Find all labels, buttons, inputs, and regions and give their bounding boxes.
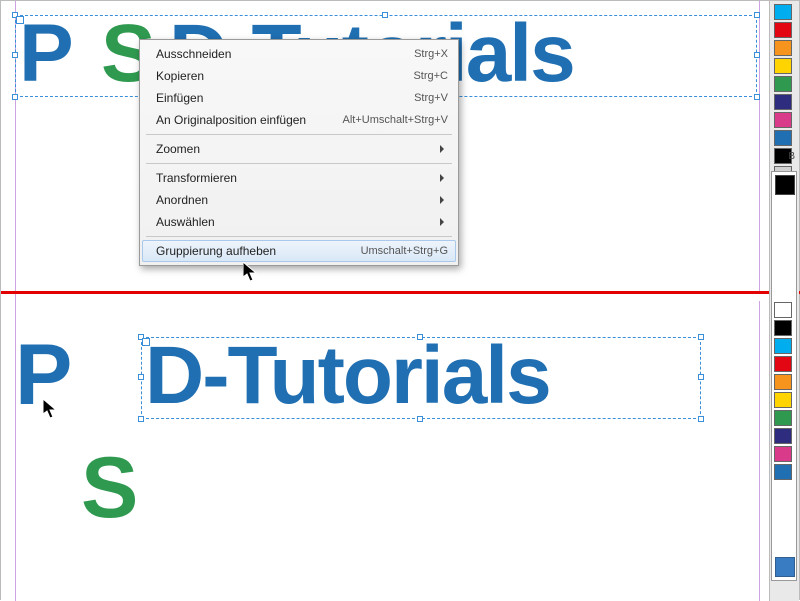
ctx-copy[interactable]: Kopieren Strg+C	[142, 65, 456, 87]
swatch[interactable]	[774, 58, 792, 74]
swatches-panel[interactable]: B	[769, 1, 799, 601]
text-rest-bottom[interactable]: D-Tutorials	[145, 329, 550, 423]
swatch[interactable]	[774, 40, 792, 56]
swatch-group-bottom	[770, 301, 796, 481]
text-p-top[interactable]: P	[19, 7, 72, 101]
ctx-arrange[interactable]: Anordnen	[142, 189, 456, 211]
panel-divider	[1, 291, 800, 294]
swatch[interactable]	[774, 374, 792, 390]
context-menu[interactable]: Ausschneiden Strg+X Kopieren Strg+C Einf…	[139, 39, 459, 266]
ctx-shortcut: Strg+X	[414, 48, 448, 60]
ctx-label: Auswählen	[156, 215, 448, 229]
ctx-transform[interactable]: Transformieren	[142, 167, 456, 189]
swatch[interactable]	[774, 464, 792, 480]
ctx-ungroup[interactable]: Gruppierung aufheben Umschalt+Strg+G	[142, 240, 456, 262]
ctx-shortcut: Alt+Umschalt+Strg+V	[343, 114, 448, 126]
swatch[interactable]	[774, 302, 792, 318]
swatch[interactable]	[774, 338, 792, 354]
ctx-label: Ausschneiden	[156, 47, 414, 61]
ctx-label: Anordnen	[156, 193, 448, 207]
page-guide	[759, 301, 760, 601]
swatch[interactable]	[774, 4, 792, 20]
ctx-shortcut: Umschalt+Strg+G	[361, 245, 448, 257]
ctx-paste-in-place[interactable]: An Originalposition einfügen Alt+Umschal…	[142, 109, 456, 131]
swatch[interactable]	[774, 320, 792, 336]
swatch[interactable]	[774, 22, 792, 38]
swatch[interactable]	[774, 392, 792, 408]
ctx-label: Transformieren	[156, 171, 448, 185]
ctx-shortcut: Strg+V	[414, 92, 448, 104]
ctx-separator	[146, 236, 452, 237]
sidebar-label: B	[788, 151, 795, 162]
ctx-shortcut: Strg+C	[413, 70, 448, 82]
swatch[interactable]	[774, 94, 792, 110]
swatch[interactable]	[774, 410, 792, 426]
text-p-bottom[interactable]: P	[15, 326, 70, 425]
page-guide	[759, 1, 760, 291]
ctx-label: Zoomen	[156, 142, 448, 156]
swatch[interactable]	[774, 112, 792, 128]
swatch[interactable]	[774, 446, 792, 462]
ctx-zoom[interactable]: Zoomen	[142, 138, 456, 160]
swatch[interactable]	[774, 428, 792, 444]
ctx-label: An Originalposition einfügen	[156, 113, 343, 127]
ctx-separator	[146, 134, 452, 135]
page-guide	[15, 1, 16, 601]
ctx-select[interactable]: Auswählen	[142, 211, 456, 233]
swatch[interactable]	[774, 76, 792, 92]
text-s-bottom[interactable]: S	[81, 439, 136, 538]
ctx-paste[interactable]: Einfügen Strg+V	[142, 87, 456, 109]
ctx-label: Gruppierung aufheben	[156, 244, 361, 258]
ctx-separator	[146, 163, 452, 164]
swatch[interactable]	[774, 356, 792, 372]
swatch[interactable]	[774, 130, 792, 146]
ctx-cut[interactable]: Ausschneiden Strg+X	[142, 43, 456, 65]
ctx-label: Kopieren	[156, 69, 413, 83]
ctx-label: Einfügen	[156, 91, 414, 105]
